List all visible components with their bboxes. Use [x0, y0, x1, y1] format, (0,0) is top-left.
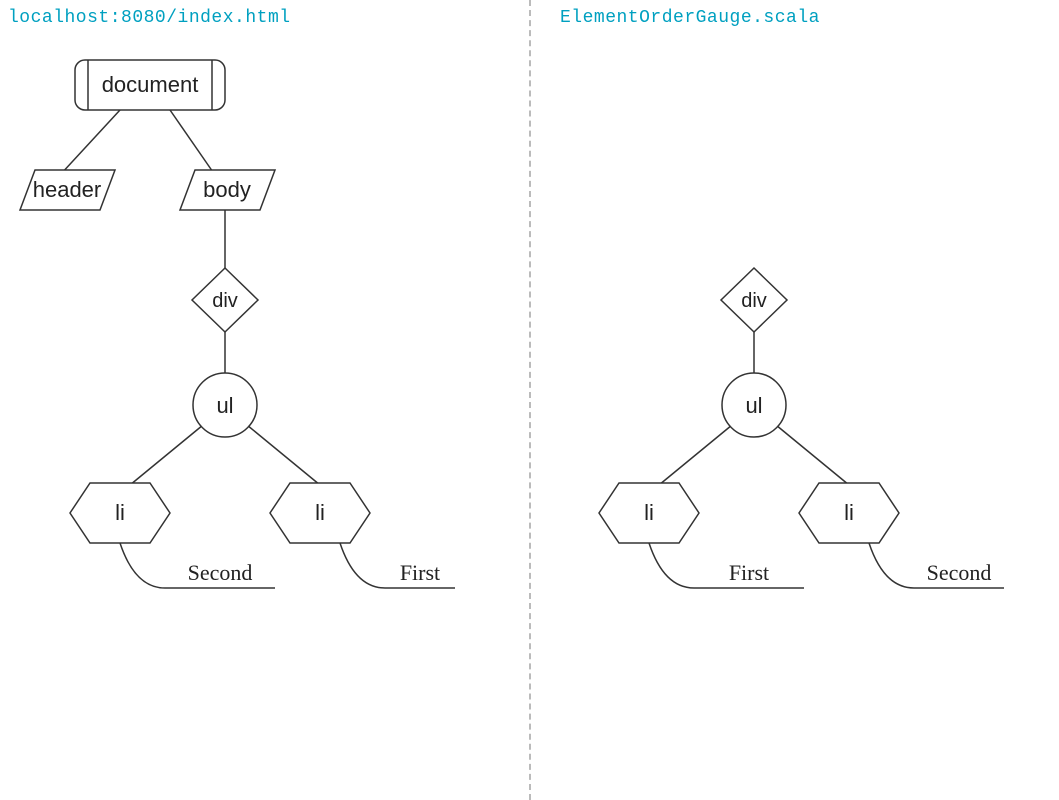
node-header: header	[20, 170, 115, 210]
node-div-label: div	[212, 290, 238, 312]
node-li-2: li	[270, 483, 370, 543]
left-edges	[60, 110, 320, 485]
node-li-1: li	[599, 483, 699, 543]
node-document-label: document	[102, 72, 199, 97]
node-body: body	[180, 170, 275, 210]
node-ul: ul	[722, 373, 786, 437]
node-li-2-label: li	[844, 500, 854, 525]
leaf-2: First	[340, 543, 455, 588]
node-document: document	[75, 60, 225, 110]
leaf-1-label: First	[729, 560, 769, 585]
leaf-1: First	[649, 543, 804, 588]
node-div-label: div	[741, 290, 767, 312]
leaf-1-label: Second	[188, 560, 253, 585]
node-ul-label: ul	[745, 393, 762, 418]
leaf-2-label: First	[400, 560, 440, 585]
node-ul: ul	[193, 373, 257, 437]
leaf-2: Second	[869, 543, 1004, 588]
leaf-1: Second	[120, 543, 275, 588]
leaf-2-label: Second	[927, 560, 992, 585]
right-tree-diagram: div ul li li First Second	[529, 40, 1059, 800]
right-panel-title: ElementOrderGauge.scala	[560, 8, 820, 28]
node-ul-label: ul	[216, 393, 233, 418]
left-tree-diagram: document header body div ul li li Second…	[0, 40, 520, 800]
node-li-2: li	[799, 483, 899, 543]
left-panel-title: localhost:8080/index.html	[8, 8, 291, 28]
node-header-label: header	[33, 177, 102, 202]
node-div: div	[721, 268, 787, 332]
node-div: div	[192, 268, 258, 332]
node-li-1-label: li	[115, 500, 125, 525]
node-body-label: body	[203, 177, 251, 202]
node-li-2-label: li	[315, 500, 325, 525]
node-li-1-label: li	[644, 500, 654, 525]
node-li-1: li	[70, 483, 170, 543]
